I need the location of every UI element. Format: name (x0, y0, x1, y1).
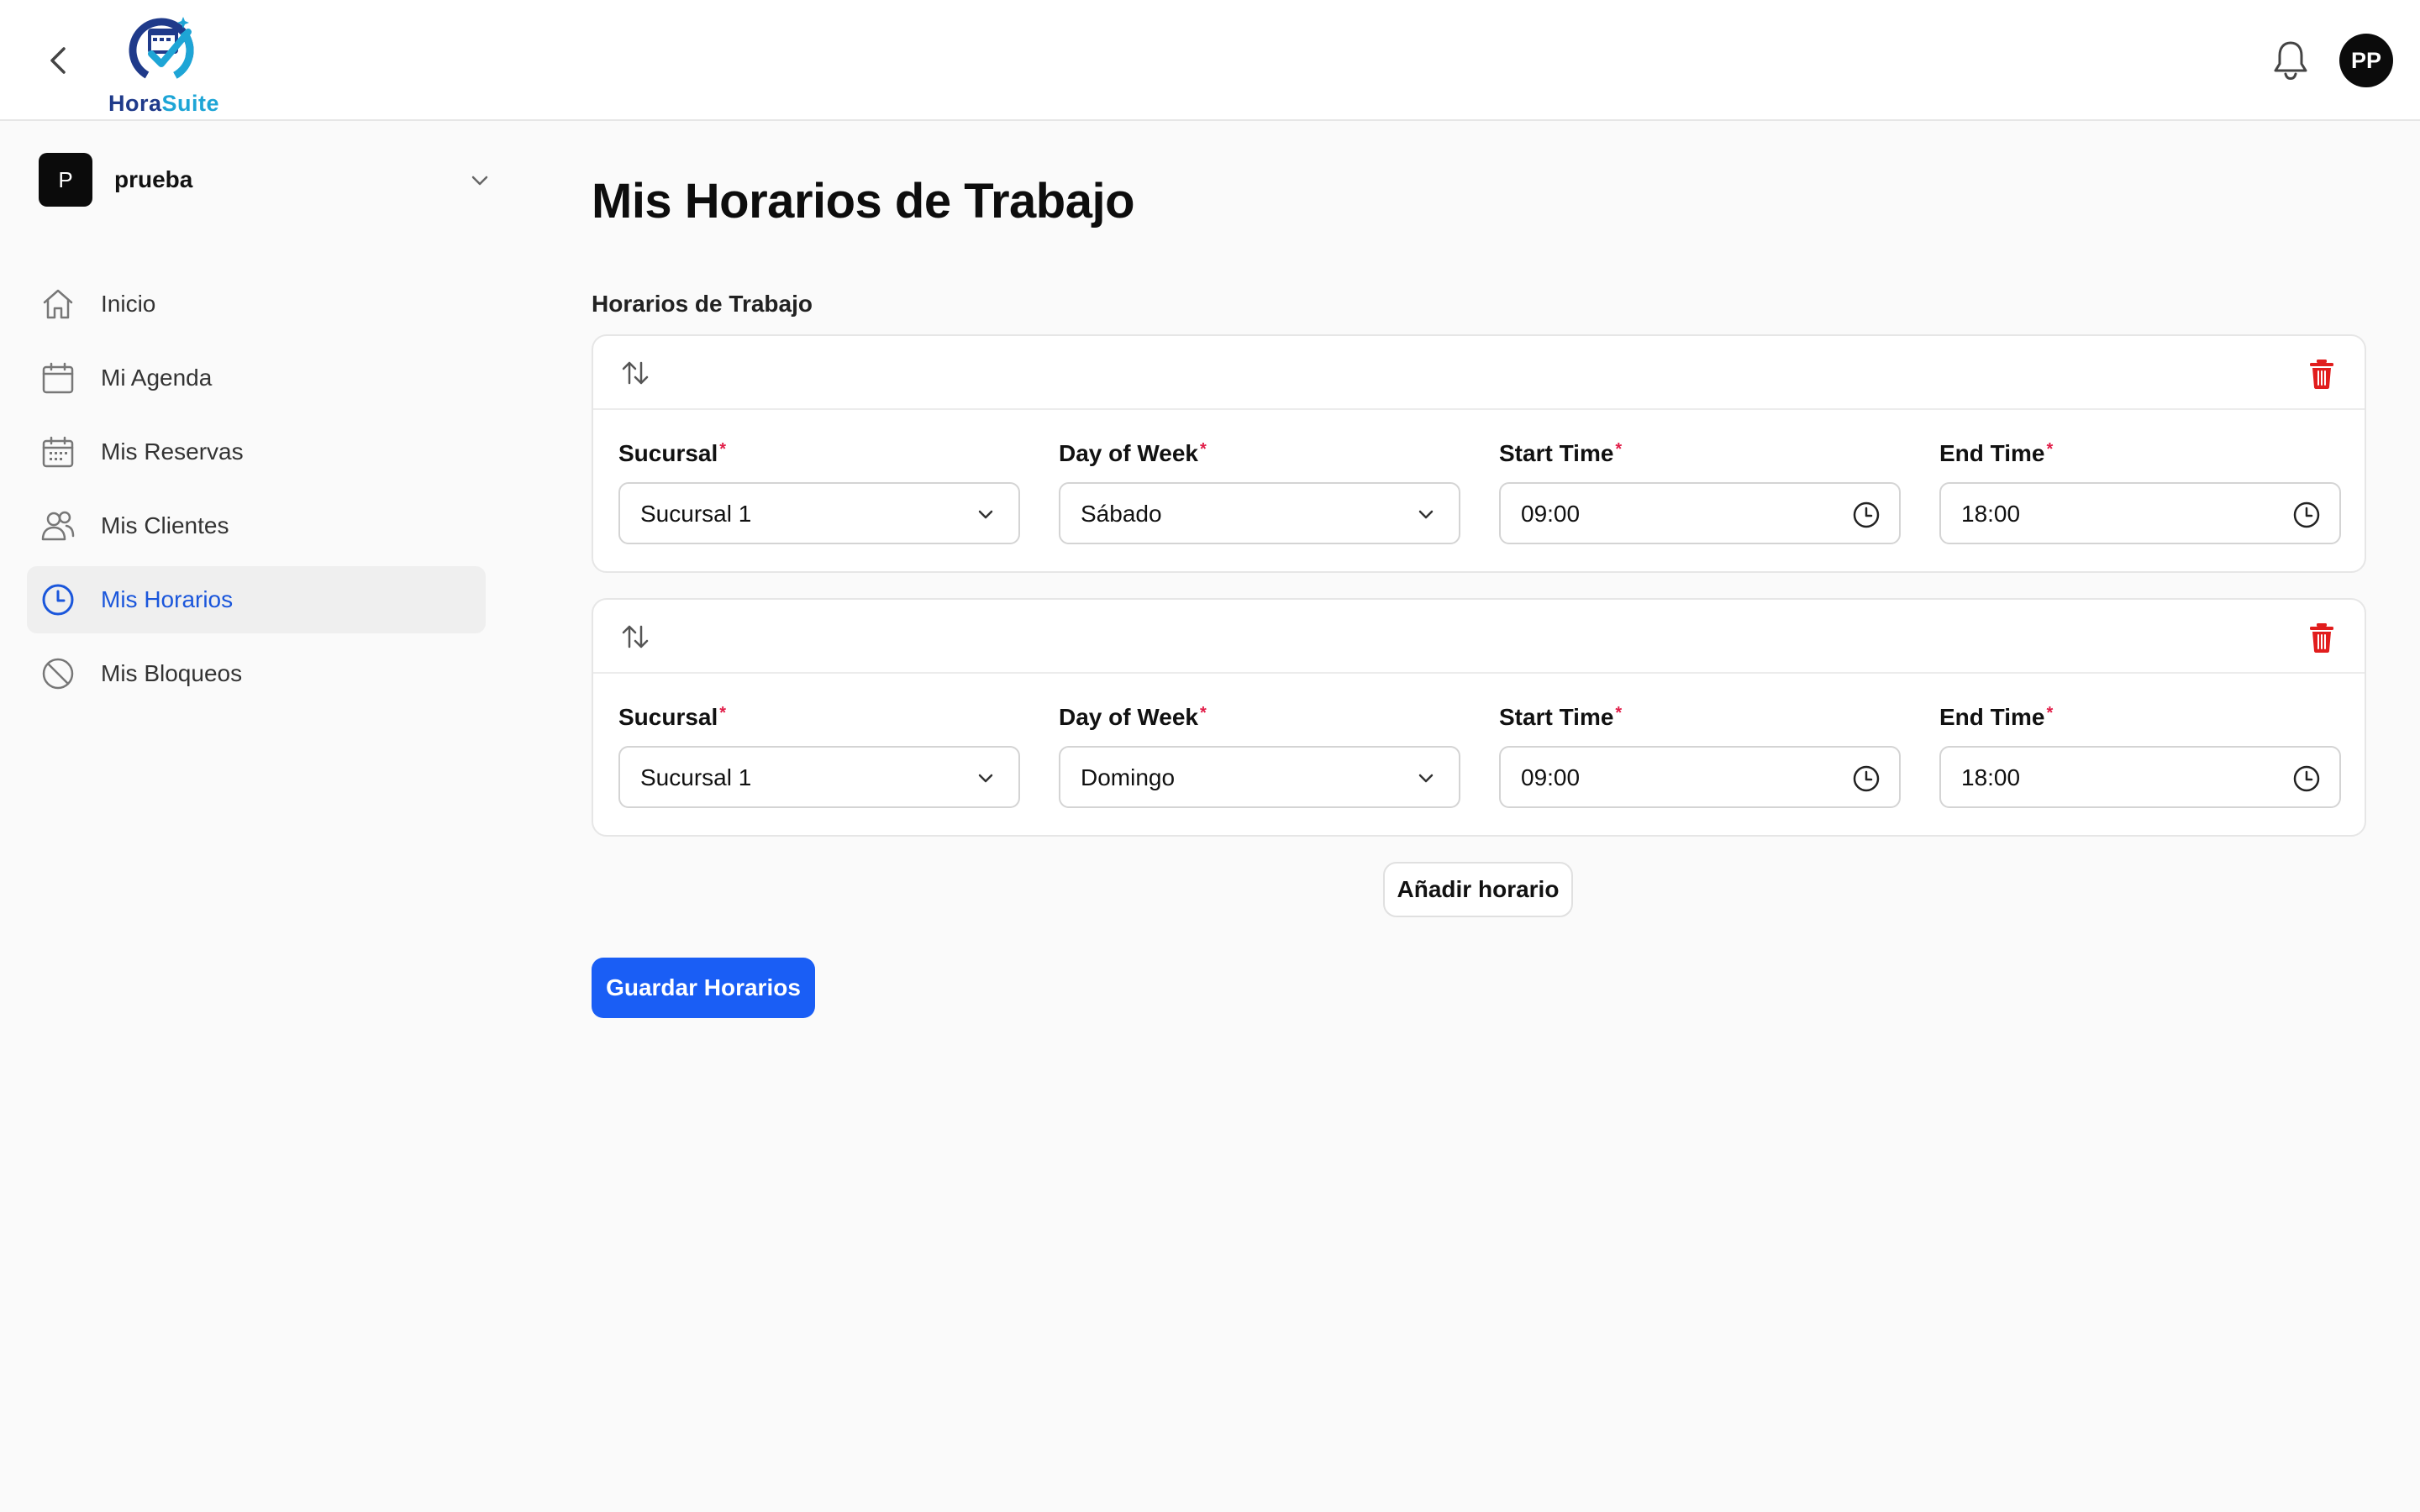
sidebar-item-mi-agenda[interactable]: Mi Agenda (27, 344, 486, 412)
field-label: Sucursal * (618, 440, 727, 466)
chevron-down-icon (1418, 774, 1434, 783)
branch-field: Sucursal * Sucursal 1 (618, 704, 1020, 808)
reorder-arrows-icon[interactable] (620, 358, 650, 388)
sidebar-item-label: Mis Horarios (101, 586, 234, 612)
sidebar-item-label: Mi Agenda (101, 365, 213, 391)
field-label: End Time * (1939, 704, 2054, 730)
field-label: Day of Week * (1059, 704, 1207, 730)
home-icon (43, 289, 73, 319)
sidebar-item-label: Mis Bloqueos (101, 660, 243, 686)
input-value: 09:00 (1521, 764, 1581, 790)
trash-icon[interactable] (2307, 622, 2336, 654)
save-schedules-button[interactable]: Guardar Horarios (592, 958, 815, 1018)
field-label: Start Time * (1499, 704, 1623, 730)
sidebar-item-label: Inicio (101, 291, 156, 317)
chevron-down-icon (978, 774, 993, 783)
add-schedule-button[interactable]: Añadir horario (1383, 862, 1573, 917)
page-title: Mis Horarios de Trabajo (592, 174, 1135, 228)
trash-icon[interactable] (2307, 358, 2336, 390)
chevron-left-icon (50, 47, 66, 74)
workspace-name: prueba (114, 166, 193, 192)
users-icon (41, 511, 75, 541)
input-value: 09:00 (1521, 501, 1581, 527)
input-value: 18:00 (1961, 764, 2021, 790)
select-value: Sucursal 1 (640, 764, 752, 790)
sidebar-item-inicio[interactable]: Inicio (27, 270, 486, 338)
sidebar-nav: Inicio Mi Agenda Mis Reservas Mis Client… (27, 270, 486, 714)
sidebar-item-label: Mis Clientes (101, 512, 229, 538)
ban-icon (42, 658, 74, 690)
sidebar-item-mis-bloqueos[interactable]: Mis Bloqueos (27, 640, 486, 707)
bell-icon (2274, 41, 2307, 81)
sidebar-item-label: Mis Reservas (101, 438, 244, 465)
day-field: Day of Week * Domingo (1059, 704, 1460, 808)
workspace-badge: P (39, 153, 92, 207)
branch-select[interactable]: Sucursal 1 (618, 482, 1020, 544)
clock-icon[interactable] (1852, 764, 1881, 793)
end-time-input[interactable]: 18:00 (1939, 746, 2341, 808)
sidebar-item-mis-reservas[interactable]: Mis Reservas (27, 418, 486, 486)
select-value: Sucursal 1 (640, 501, 752, 527)
day-field: Day of Week * Sábado (1059, 440, 1460, 544)
end-time-field: End Time * 18:00 (1939, 704, 2341, 808)
clock-icon[interactable] (2292, 764, 2321, 793)
app-logo[interactable]: HoraSuite (101, 8, 227, 116)
schedule-card-header (593, 336, 2365, 410)
calendar-icon (42, 362, 74, 394)
schedule-card: Sucursal * Sucursal 1 Day of Week * Sábado… (592, 334, 2366, 573)
back-button[interactable] (42, 42, 76, 79)
field-label: Sucursal * (618, 704, 727, 730)
user-avatar[interactable]: PP (2339, 34, 2393, 87)
select-value: Sábado (1081, 501, 1162, 527)
schedule-card: Sucursal * Sucursal 1 Day of Week * Doming… (592, 598, 2366, 837)
workspace-switcher[interactable]: P prueba (39, 153, 501, 208)
top-bar: HoraSuite PP (0, 0, 2420, 121)
sidebar-item-mis-clientes[interactable]: Mis Clientes (27, 492, 486, 559)
branch-select[interactable]: Sucursal 1 (618, 746, 1020, 808)
schedule-card-header (593, 600, 2365, 674)
input-value: 18:00 (1961, 501, 2021, 527)
day-select[interactable]: Sábado (1059, 482, 1460, 544)
end-time-field: End Time * 18:00 (1939, 440, 2341, 544)
start-time-input[interactable]: 09:00 (1499, 482, 1901, 544)
select-value: Domingo (1081, 764, 1176, 790)
calendar-grid-icon (42, 436, 74, 468)
logo-mark-icon (129, 17, 194, 83)
chevron-down-icon (978, 510, 993, 519)
day-select[interactable]: Domingo (1059, 746, 1460, 808)
reorder-arrows-icon[interactable] (620, 622, 650, 652)
clock-icon[interactable] (1852, 501, 1881, 529)
field-label: Start Time * (1499, 440, 1623, 466)
clock-icon[interactable] (2292, 501, 2321, 529)
field-label: End Time * (1939, 440, 2054, 466)
chevron-down-icon (1418, 510, 1434, 519)
start-time-field: Start Time * 09:00 (1499, 704, 1901, 808)
start-time-field: Start Time * 09:00 (1499, 440, 1901, 544)
end-time-input[interactable]: 18:00 (1939, 482, 2341, 544)
start-time-input[interactable]: 09:00 (1499, 746, 1901, 808)
section-label: Horarios de Trabajo (592, 291, 813, 317)
logo-wordmark: HoraSuite (108, 91, 220, 116)
notifications-button[interactable] (2272, 39, 2309, 81)
chevron-down-icon (471, 176, 488, 186)
field-label: Day of Week * (1059, 440, 1207, 466)
clock-icon (42, 584, 74, 616)
sidebar: P prueba Inicio Mi Agenda Mis Reservas M… (0, 121, 521, 1512)
sidebar-item-mis-horarios[interactable]: Mis Horarios (27, 566, 486, 633)
branch-field: Sucursal * Sucursal 1 (618, 440, 1020, 544)
